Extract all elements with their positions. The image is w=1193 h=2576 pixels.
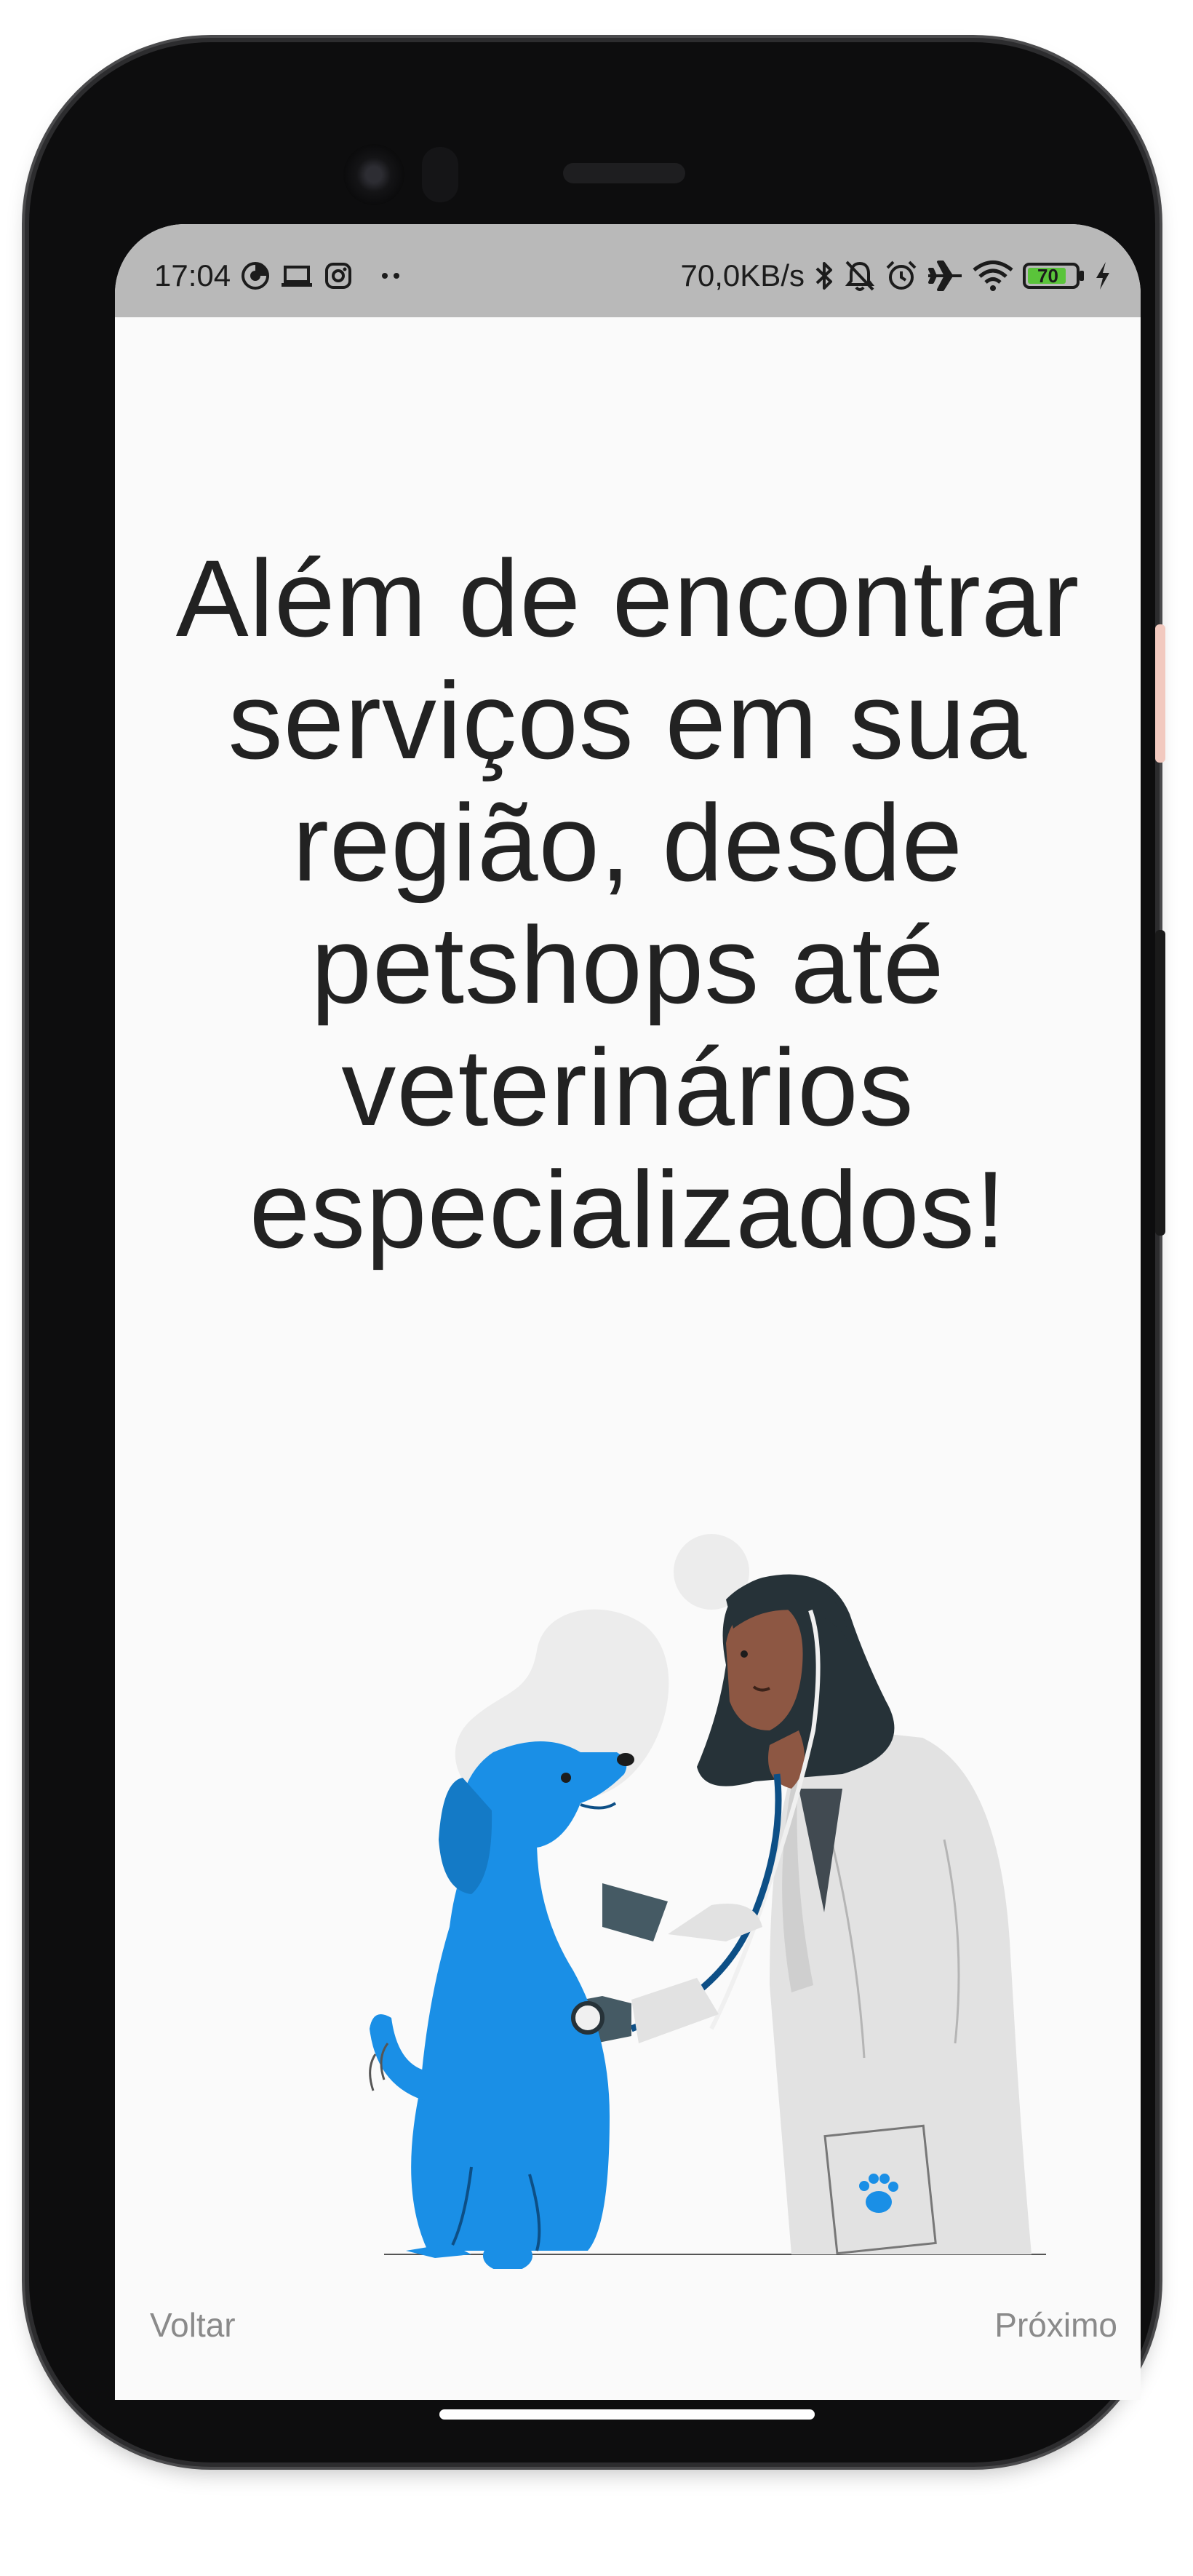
instagram-icon <box>324 261 353 290</box>
bolt-icon <box>1094 261 1112 291</box>
onboarding-headline: Além de encontrar serviços em sua região… <box>175 537 1080 1271</box>
network-speed: 70,0KB/s <box>680 258 805 293</box>
earpiece-speaker <box>563 163 685 183</box>
wifi-icon <box>972 259 1014 293</box>
status-time: 17:04 <box>154 258 231 293</box>
laptop-icon <box>280 261 314 290</box>
bell-off-icon <box>844 259 876 293</box>
volume-rocker <box>1155 624 1165 763</box>
battery-level: 70 <box>1037 265 1058 287</box>
status-bar: 17:04 70,0KB/s 70 <box>115 224 1141 317</box>
bluetooth-icon <box>813 259 835 293</box>
back-button[interactable]: Voltar <box>150 2305 236 2345</box>
alarm-icon <box>885 259 918 293</box>
status-bar-left: 17:04 <box>154 258 402 293</box>
dog <box>369 1741 634 2269</box>
proximity-sensor <box>422 147 458 202</box>
status-bar-right: 70,0KB/s 70 <box>681 258 1112 293</box>
power-button <box>1155 930 1165 1236</box>
next-button[interactable]: Próximo <box>994 2305 1117 2345</box>
airplane-icon <box>927 259 963 293</box>
front-camera <box>343 144 404 205</box>
home-indicator[interactable] <box>439 2409 815 2420</box>
more-notifications-icon <box>380 271 402 280</box>
data-saver-icon <box>241 261 270 290</box>
app-screen: 17:04 70,0KB/s 70 Além de encontrar serv… <box>115 224 1141 2400</box>
phone-frame: 17:04 70,0KB/s 70 Além de encontrar serv… <box>29 42 1165 2462</box>
veterinarian-dog-illustration <box>369 1534 1046 2269</box>
battery-icon: 70 <box>1023 261 1085 290</box>
